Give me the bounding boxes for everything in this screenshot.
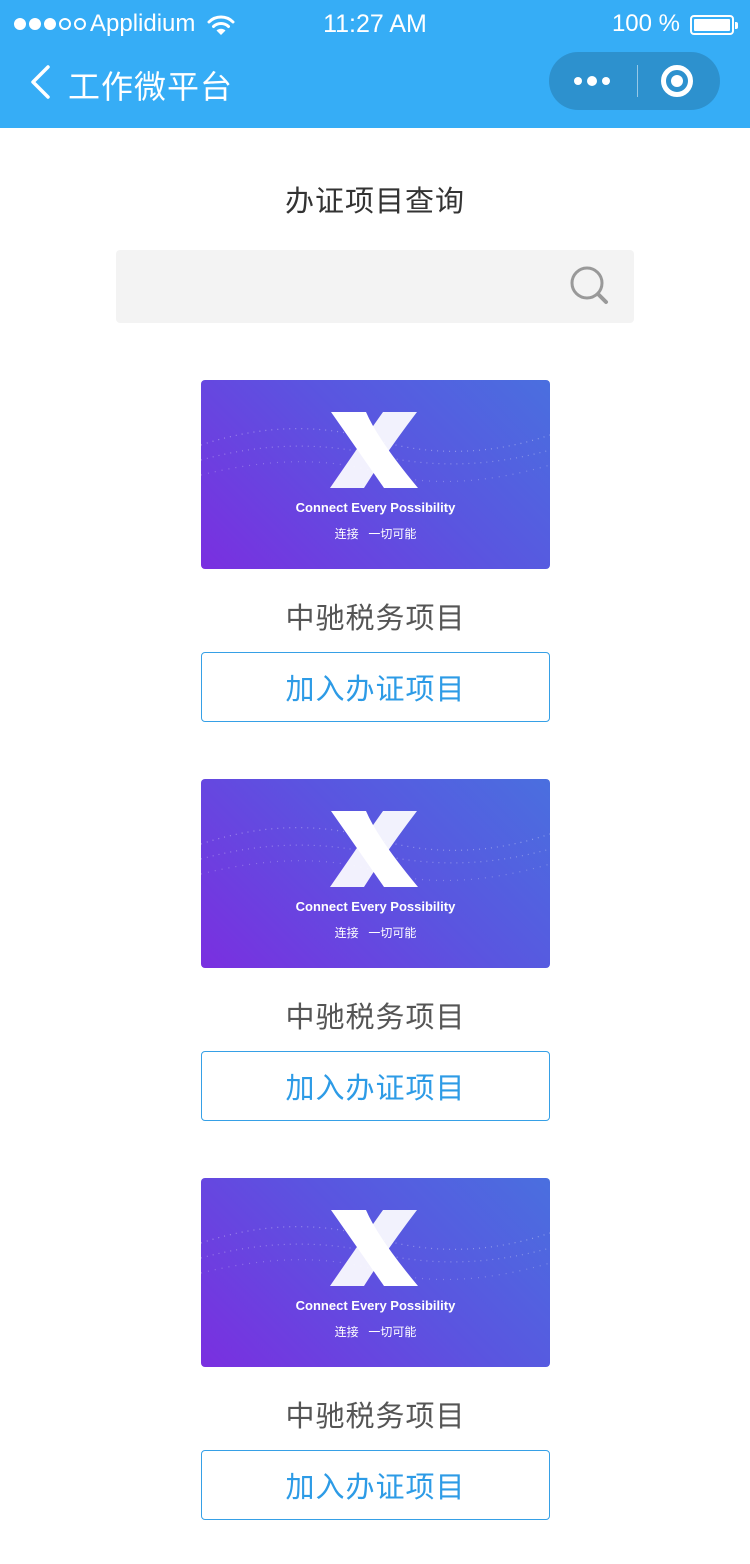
banner-slogan-cn: 连接 一切可能 (334, 527, 417, 541)
more-dots-icon[interactable] (569, 52, 615, 110)
x-logo-icon (330, 1210, 418, 1286)
status-bar: Applidium 11:27 AM 100 % (0, 0, 750, 52)
search-box (116, 250, 634, 325)
battery-icon (690, 15, 738, 35)
banner-slogan-en: Connect Every Possibility (295, 500, 456, 515)
x-logo-icon (330, 412, 418, 488)
project-banner-image[interactable]: Connect Every Possibility 连接 一切可能 (201, 779, 550, 968)
search-icon[interactable] (568, 264, 612, 308)
nav-bar: 工作微平台 (0, 52, 750, 128)
project-name: 中驰税务项目 (285, 601, 466, 635)
close-target-icon[interactable] (661, 65, 693, 97)
project-name: 中驰税务项目 (285, 1000, 466, 1034)
banner-slogan-en: Connect Every Possibility (295, 899, 456, 914)
battery-percent: 100 % (611, 10, 680, 37)
x-logo-icon (330, 811, 418, 887)
join-project-button[interactable]: 加入办证项目 (201, 1450, 550, 1520)
banner-slogan-cn: 连接 一切可能 (334, 1325, 417, 1339)
banner-slogan-cn: 连接 一切可能 (334, 926, 417, 940)
nav-title: 工作微平台 (68, 68, 234, 106)
project-banner-image[interactable]: Connect Every Possibility 连接 一切可能 (201, 380, 550, 569)
page-title: 办证项目查询 (284, 184, 465, 218)
mini-program-capsule (549, 52, 720, 110)
banner-slogan-en: Connect Every Possibility (295, 1298, 456, 1313)
capsule-divider (637, 65, 638, 97)
project-banner-image[interactable]: Connect Every Possibility 连接 一切可能 (201, 1178, 550, 1367)
join-project-button[interactable]: 加入办证项目 (201, 652, 550, 722)
search-input[interactable] (132, 250, 566, 325)
join-project-button[interactable]: 加入办证项目 (201, 1051, 550, 1121)
back-chevron-icon[interactable] (28, 64, 54, 100)
header: Applidium 11:27 AM 100 % 工作微平台 (0, 0, 750, 128)
project-name: 中驰税务项目 (285, 1399, 466, 1433)
